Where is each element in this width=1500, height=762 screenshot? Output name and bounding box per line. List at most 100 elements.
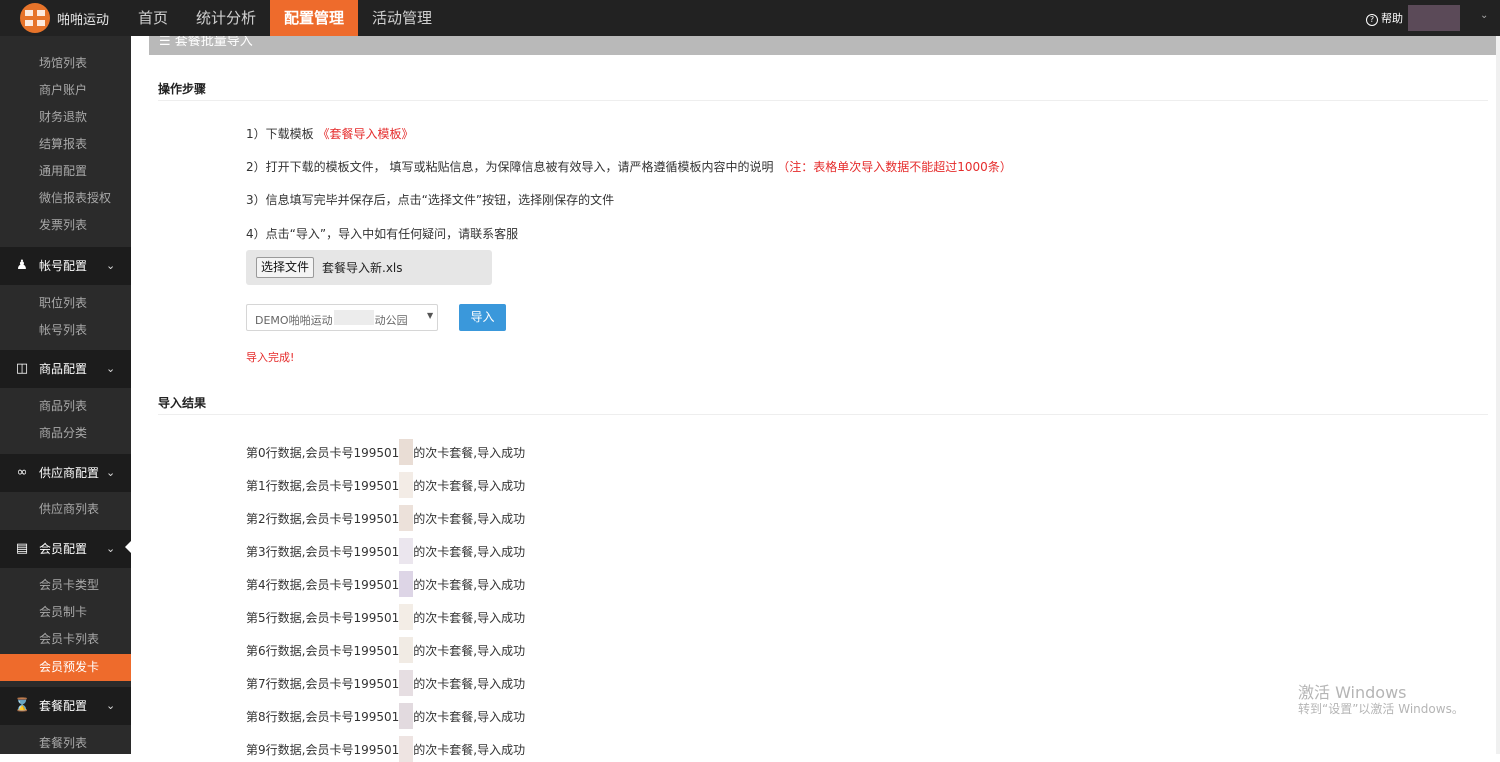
divider — [158, 414, 1488, 415]
import-button[interactable]: 导入 — [459, 304, 506, 331]
scrollbar[interactable] — [1496, 36, 1500, 754]
step-1: 1）下载模板 《套餐导入模板》 — [246, 125, 413, 142]
limit-note: （注：表格单次导入数据不能超过1000条） — [777, 160, 1012, 174]
list-item: 第1行数据,会员卡号199501 的次卡套餐,导入成功 — [246, 472, 525, 498]
redacted-area — [399, 571, 414, 597]
file-input: 选择文件 套餐导入新.xls — [246, 250, 492, 285]
result-text: 的次卡套餐,导入成功 — [413, 545, 526, 559]
list-item: 第6行数据,会员卡号199501 的次卡套餐,导入成功 — [246, 637, 525, 663]
sidebar-group-label: 套餐配置 — [39, 699, 88, 713]
choose-file-button[interactable]: 选择文件 — [256, 257, 315, 278]
venue-select-value: DEMO啪啪运动 动公园 — [255, 314, 408, 327]
avatar[interactable] — [1408, 5, 1460, 31]
sidebar-group-label: 商品配置 — [39, 362, 88, 376]
sidebar-group-label: 会员配置 — [39, 542, 88, 556]
panel-title: ☰ 套餐批量导入 — [159, 36, 253, 49]
divider — [158, 100, 1488, 101]
result-text: 的次卡套餐,导入成功 — [413, 710, 526, 724]
result-text: 的次卡套餐,导入成功 — [413, 611, 526, 625]
step-3: 3）信息填写完毕并保存后，点击“选择文件”按钮，选择刚保存的文件 — [246, 193, 615, 207]
result-text: 第7行数据,会员卡号199501 — [246, 677, 400, 691]
sidebar-item-card-making[interactable]: 会员制卡 — [0, 599, 131, 626]
sidebar-item-wechat-report[interactable]: 微信报表授权 — [0, 185, 131, 212]
step-text: 1）下载模板 — [246, 127, 318, 141]
sidebar-item-goods-list[interactable]: 商品列表 — [0, 393, 131, 420]
redacted-area — [399, 538, 414, 564]
sidebar-item-settlement[interactable]: 结算报表 — [0, 131, 131, 158]
link-icon: ∞ — [16, 465, 28, 480]
result-text: 的次卡套餐,导入成功 — [413, 512, 526, 526]
sidebar-group-member[interactable]: ▤ 会员配置 ⌄ — [0, 530, 131, 568]
redacted-area — [399, 637, 414, 663]
main-nav: 首页 统计分析 配置管理 活动管理 — [124, 0, 446, 36]
sidebar-item-refunds[interactable]: 财务退款 — [0, 104, 131, 131]
result-text: 第5行数据,会员卡号199501 — [246, 611, 400, 625]
redacted-area — [399, 736, 414, 762]
sidebar-item-package-list[interactable]: 套餐列表 — [0, 730, 131, 754]
list-item: 第8行数据,会员卡号199501 的次卡套餐,导入成功 — [246, 703, 525, 729]
sidebar-group-goods[interactable]: ◫ 商品配置 ⌄ — [0, 350, 131, 388]
gift-icon: ◫ — [15, 361, 29, 376]
result-text: 第0行数据,会员卡号199501 — [246, 446, 400, 460]
step-4: 4）点击“导入”，导入中如有任何疑问，请联系客服 — [246, 227, 519, 241]
venue-select[interactable]: DEMO啪啪运动 动公园 ▼ — [246, 304, 438, 331]
step-text: 2）打开下载的模板文件， 填写或粘贴信息，为保障信息被有效导入，请严格遵循模板内… — [246, 160, 778, 174]
logo-icon[interactable] — [18, 2, 52, 34]
redacted-area — [399, 505, 414, 531]
step-2: 2）打开下载的模板文件， 填写或粘贴信息，为保障信息被有效导入，请严格遵循模板内… — [246, 158, 1012, 175]
hourglass-icon: ⌛ — [14, 698, 31, 713]
panel-header: ☰ 套餐批量导入 — [149, 36, 1496, 55]
sidebar-item-card-types[interactable]: 会员卡类型 — [0, 572, 131, 599]
sidebar-group-label: 帐号配置 — [39, 259, 88, 273]
redacted-area — [399, 670, 414, 696]
top-navbar: 啪啪运动 首页 统计分析 配置管理 活动管理 ? 帮助 ⌄ — [0, 0, 1500, 36]
sidebar-item-supplier-list[interactable]: 供应商列表 — [0, 496, 131, 523]
result-text: 的次卡套餐,导入成功 — [413, 479, 526, 493]
sidebar-item-accounts[interactable]: 帐号列表 — [0, 317, 131, 344]
list-item: 第3行数据,会员卡号199501 的次卡套餐,导入成功 — [246, 538, 525, 564]
sidebar-group-supplier[interactable]: ∞ 供应商配置 ⌄ — [0, 454, 131, 492]
list-item: 第0行数据,会员卡号199501 的次卡套餐,导入成功 — [246, 439, 525, 465]
list-item: 第2行数据,会员卡号199501 的次卡套餐,导入成功 — [246, 505, 525, 531]
redacted-area — [399, 703, 414, 729]
template-download-link[interactable]: 《套餐导入模板》 — [317, 127, 413, 141]
result-text: 的次卡套餐,导入成功 — [413, 578, 526, 592]
result-text: 第6行数据,会员卡号199501 — [246, 644, 400, 658]
nav-activities[interactable]: 活动管理 — [358, 0, 446, 36]
chevron-down-icon[interactable]: ⌄ — [1480, 10, 1488, 21]
windows-activation-hint: 转到“设置”以激活 Windows。 — [1298, 702, 1464, 716]
sidebar-group-package[interactable]: ⌛ 套餐配置 ⌄ — [0, 687, 131, 725]
result-text: 第9行数据,会员卡号199501 — [246, 743, 400, 757]
redacted-area — [399, 604, 414, 630]
result-text: 第1行数据,会员卡号199501 — [246, 479, 400, 493]
sidebar-item-goods-category[interactable]: 商品分类 — [0, 420, 131, 447]
result-text: 的次卡套餐,导入成功 — [413, 677, 526, 691]
caret-down-icon: ▼ — [427, 311, 434, 320]
list-item: 第4行数据,会员卡号199501 的次卡套餐,导入成功 — [246, 571, 525, 597]
chevron-down-icon: ⌄ — [106, 699, 116, 712]
sidebar-item-merchant-account[interactable]: 商户账户 — [0, 77, 131, 104]
list-item: 第9行数据,会员卡号199501 的次卡套餐,导入成功 — [246, 736, 525, 762]
sidebar-item-invoices[interactable]: 发票列表 — [0, 212, 131, 239]
selected-file-name: 套餐导入新.xls — [322, 261, 403, 275]
nav-statistics[interactable]: 统计分析 — [182, 0, 270, 36]
sidebar-item-general-config[interactable]: 通用配置 — [0, 158, 131, 185]
sidebar-item-venues[interactable]: 场馆列表 — [0, 50, 131, 77]
result-text: 第2行数据,会员卡号199501 — [246, 512, 400, 526]
chevron-down-icon: ⌄ — [106, 466, 116, 479]
results-title: 导入结果 — [158, 396, 207, 410]
sidebar-item-positions[interactable]: 职位列表 — [0, 290, 131, 317]
redacted-area — [399, 439, 414, 465]
nav-home[interactable]: 首页 — [124, 0, 182, 36]
sidebar-item-card-preissue[interactable]: 会员预发卡 — [0, 654, 131, 681]
import-status-message: 导入完成! — [246, 351, 295, 364]
sidebar-group-account[interactable]: ♟ 帐号配置 ⌄ — [0, 247, 131, 285]
nav-config[interactable]: 配置管理 — [270, 0, 359, 36]
active-group-indicator — [125, 539, 133, 555]
redacted-area — [334, 310, 374, 325]
sidebar-group-label: 供应商配置 — [39, 466, 100, 480]
chevron-down-icon: ⌄ — [106, 542, 116, 555]
help-link[interactable]: ? 帮助 — [1366, 10, 1403, 26]
sidebar-item-card-list[interactable]: 会员卡列表 — [0, 626, 131, 653]
user-icon: ♟ — [16, 258, 28, 273]
